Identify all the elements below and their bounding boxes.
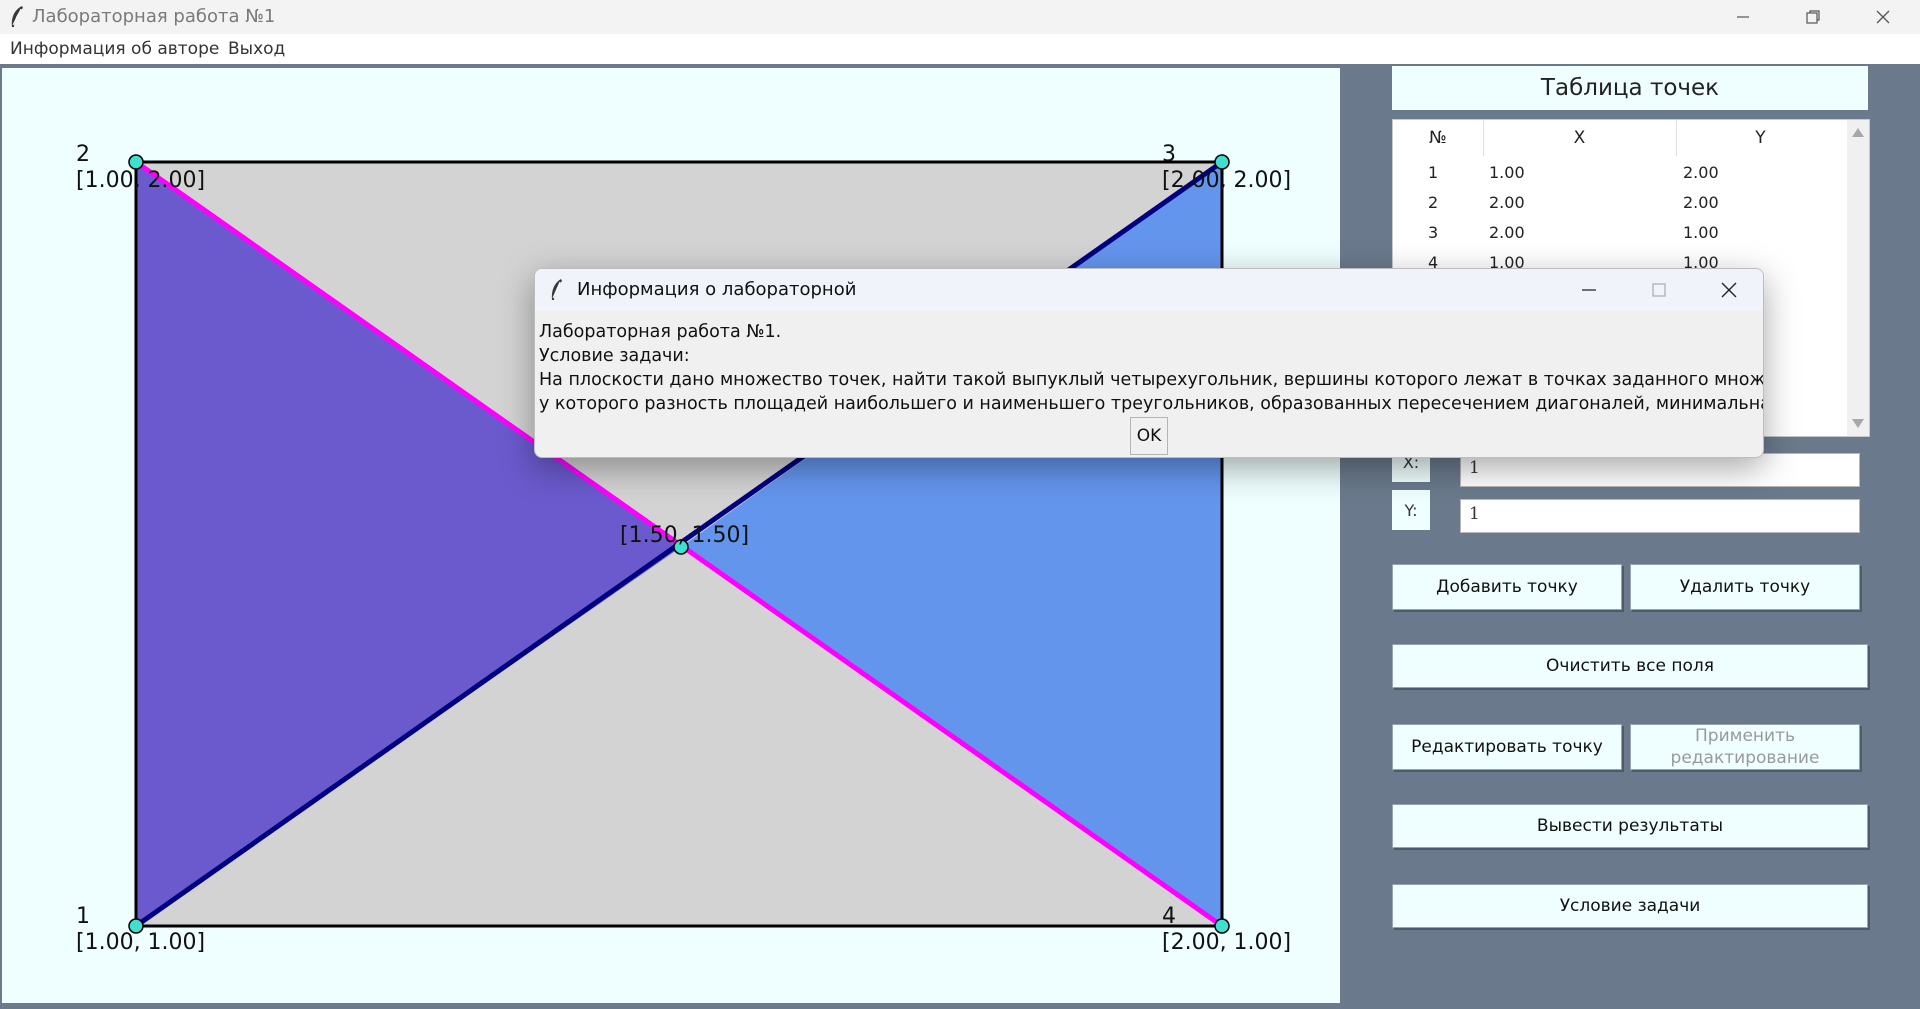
dialog-line: у которого разность площадей наибольшего… <box>539 394 1764 414</box>
cell-x: 2.00 <box>1489 223 1525 242</box>
column-header-number[interactable]: № <box>1393 120 1484 156</box>
table-title: Таблица точек <box>1392 66 1868 110</box>
point-coords-label: [2.00, 2.00] <box>1162 168 1291 193</box>
y-input[interactable]: 1 <box>1460 499 1860 533</box>
minimize-icon <box>1582 289 1596 291</box>
table-header: № X Y <box>1393 120 1845 156</box>
window-title: Лабораторная работа №1 <box>32 6 276 27</box>
menu-exit[interactable]: Выход <box>228 39 285 59</box>
cell-x: 2.00 <box>1489 193 1525 212</box>
table-row[interactable]: 2 2.00 2.00 <box>1393 188 1845 218</box>
dialog-line: Условие задачи: <box>539 346 690 366</box>
minimize-icon <box>1737 16 1749 18</box>
point-coords-label: [1.00, 2.00] <box>76 168 205 193</box>
edit-point-button[interactable]: Редактировать точку <box>1392 724 1622 770</box>
minimize-button[interactable] <box>1710 0 1776 34</box>
restore-icon <box>1806 10 1820 24</box>
point-coords-label: [2.00, 1.00] <box>1162 930 1291 955</box>
delete-point-button[interactable]: Удалить точку <box>1630 564 1860 610</box>
apply-edit-button[interactable]: Применить редактирование <box>1630 724 1860 770</box>
cell-y: 2.00 <box>1683 193 1719 212</box>
cell-y: 2.00 <box>1683 163 1719 182</box>
cell-number: 2 <box>1428 193 1439 212</box>
point-number-label: 3 <box>1162 142 1176 167</box>
cell-x: 1.00 <box>1489 163 1525 182</box>
ok-button[interactable]: OK <box>1130 417 1168 455</box>
scroll-up-icon[interactable] <box>1852 128 1864 137</box>
scroll-down-icon[interactable] <box>1852 419 1864 428</box>
table-row[interactable]: 1 1.00 2.00 <box>1393 158 1845 188</box>
dialog-minimize-button[interactable] <box>1559 269 1619 311</box>
title-bar: Лабораторная работа №1 <box>0 0 1920 34</box>
point-number-label: 2 <box>76 142 90 167</box>
close-icon <box>1721 282 1737 298</box>
close-icon <box>1876 10 1890 24</box>
right-panel: Таблица точек № X Y 1 1.00 2.00 2 2.00 2… <box>1390 64 1870 1009</box>
dialog-line: На плоскости дано множество точек, найти… <box>539 370 1764 390</box>
drawing-canvas[interactable]: 2 [1.00, 2.00] 3 [2.00, 2.00] 1 [1.00, 1… <box>2 68 1340 1003</box>
column-header-x[interactable]: X <box>1483 120 1677 156</box>
menu-bar: Информация об авторе Выход <box>0 34 1920 64</box>
dialog-line: Лабораторная работа №1. <box>539 322 782 342</box>
point-marker[interactable] <box>128 154 144 170</box>
feather-icon <box>11 6 23 27</box>
dialog-title: Информация о лабораторной <box>577 279 857 300</box>
dialog-maximize-button[interactable] <box>1629 269 1689 311</box>
close-button[interactable] <box>1850 0 1916 34</box>
add-point-button[interactable]: Добавить точку <box>1392 564 1622 610</box>
dialog-title-bar: Информация о лабораторной <box>535 269 1763 311</box>
menu-author-info[interactable]: Информация об авторе <box>10 39 219 59</box>
maximize-icon <box>1652 283 1666 297</box>
point-marker[interactable] <box>1214 154 1230 170</box>
dialog-close-button[interactable] <box>1699 269 1759 311</box>
intersection-label: [1.50, 1.50] <box>620 523 749 548</box>
task-condition-button[interactable]: Условие задачи <box>1392 884 1868 928</box>
table-row[interactable]: 3 2.00 1.00 <box>1393 218 1845 248</box>
table-scrollbar[interactable] <box>1847 120 1869 436</box>
dialog-message: Лабораторная работа №1. Условие задачи: … <box>539 320 1764 416</box>
cell-y: 1.00 <box>1683 223 1719 242</box>
feather-icon <box>551 279 562 300</box>
info-dialog: Информация о лабораторной Лабораторная р… <box>534 268 1764 458</box>
show-results-button[interactable]: Вывести результаты <box>1392 804 1868 848</box>
restore-button[interactable] <box>1780 0 1846 34</box>
point-number-label: 4 <box>1162 904 1176 929</box>
x-input[interactable]: 1 <box>1460 453 1860 487</box>
clear-fields-button[interactable]: Очистить все поля <box>1392 644 1868 688</box>
cell-number: 1 <box>1428 163 1439 182</box>
column-header-y[interactable]: Y <box>1676 120 1845 156</box>
point-coords-label: [1.00, 1.00] <box>76 930 205 955</box>
workspace: 2 [1.00, 2.00] 3 [2.00, 2.00] 1 [1.00, 1… <box>0 64 1920 1009</box>
point-number-label: 1 <box>76 904 90 929</box>
cell-number: 3 <box>1428 223 1439 242</box>
y-label: Y: <box>1392 490 1430 530</box>
canvas-svg: 2 [1.00, 2.00] 3 [2.00, 2.00] 1 [1.00, 1… <box>76 142 1291 955</box>
